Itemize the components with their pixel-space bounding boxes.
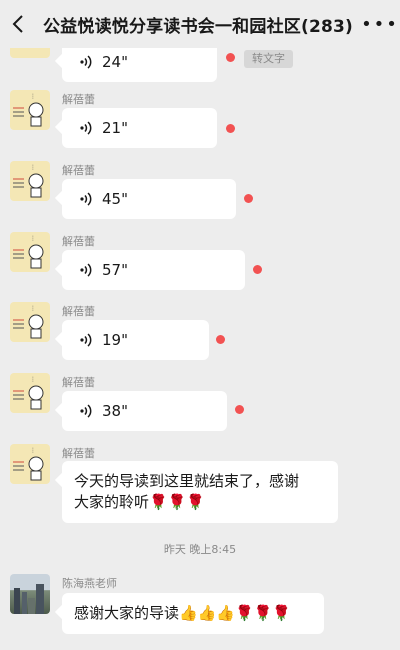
voice-duration: 24" <box>102 53 128 71</box>
voice-duration: 19" <box>102 331 128 349</box>
unread-dot <box>253 265 262 274</box>
sender-name: 解蓓蕾 <box>62 164 95 177</box>
chat-title: 公益悦读悦分享读书会一和园社区(283) <box>42 16 354 37</box>
svg-text:⋮: ⋮ <box>30 164 36 171</box>
sender-name: 解蓓蕾 <box>62 305 95 318</box>
voice-message-bubble[interactable]: 57" <box>62 250 245 290</box>
avatar[interactable]: ⋮ <box>10 444 50 484</box>
avatar[interactable]: ⋮ <box>10 302 50 342</box>
voice-message-bubble[interactable]: 45" <box>62 179 236 219</box>
svg-text:⋮: ⋮ <box>30 305 36 312</box>
chat-header: 公益悦读悦分享读书会一和园社区(283) ••• <box>0 0 400 48</box>
avatar[interactable]: ⋮ <box>10 161 50 201</box>
timestamp: 昨天 晚上8:45 <box>163 543 237 556</box>
transcribe-button[interactable]: 转文字 <box>244 50 293 68</box>
voice-duration: 21" <box>102 119 128 137</box>
voice-message-bubble[interactable]: 38" <box>62 391 227 431</box>
more-icon: ••• <box>361 13 399 35</box>
message-text-line: 今天的导读到这里就结束了，感谢 <box>74 472 300 490</box>
avatar[interactable]: ⋮ <box>10 90 50 130</box>
back-arrow-icon <box>12 15 23 33</box>
voice-wave-icon <box>80 404 92 418</box>
unread-dot <box>235 405 244 414</box>
unread-dot <box>216 335 225 344</box>
voice-duration: 45" <box>102 190 128 208</box>
voice-duration: 57" <box>102 261 128 279</box>
text-message-bubble[interactable]: 今天的导读到这里就结束了，感谢 大家的聆听🌹🌹🌹 <box>62 461 338 523</box>
voice-duration: 38" <box>102 402 128 420</box>
back-button[interactable] <box>0 0 36 48</box>
more-button[interactable]: ••• <box>360 0 400 48</box>
voice-message-bubble[interactable]: 19" <box>62 320 209 360</box>
voice-wave-icon <box>80 55 92 69</box>
chat-area: 24" 转文字 ⋮ 解蓓蕾 21" ⋮ 解蓓蕾 45" ⋮ 解蓓蕾 57" ⋮ … <box>0 0 400 650</box>
sender-name: 解蓓蕾 <box>62 235 95 248</box>
unread-dot <box>226 124 235 133</box>
message-text: 感谢大家的导读👍👍👍🌹🌹🌹 <box>74 604 292 622</box>
text-message-bubble[interactable]: 感谢大家的导读👍👍👍🌹🌹🌹 <box>62 593 324 634</box>
message-text-line: 大家的聆听🌹🌹🌹 <box>74 493 206 511</box>
svg-text:⋮: ⋮ <box>30 447 36 454</box>
unread-dot <box>226 53 235 62</box>
svg-text:⋮: ⋮ <box>30 93 36 100</box>
voice-wave-icon <box>80 192 92 206</box>
voice-message-bubble[interactable]: 21" <box>62 108 217 148</box>
voice-wave-icon <box>80 333 92 347</box>
voice-wave-icon <box>80 263 92 277</box>
avatar[interactable]: ⋮ <box>10 232 50 272</box>
sender-name: 陈海燕老师 <box>62 577 117 590</box>
svg-text:⋮: ⋮ <box>30 235 36 242</box>
voice-wave-icon <box>80 121 92 135</box>
sender-name: 解蓓蕾 <box>62 376 95 389</box>
avatar[interactable] <box>10 574 50 614</box>
sender-name: 解蓓蕾 <box>62 447 95 460</box>
svg-text:⋮: ⋮ <box>30 376 36 383</box>
sender-name: 解蓓蕾 <box>62 93 95 106</box>
avatar[interactable]: ⋮ <box>10 373 50 413</box>
unread-dot <box>244 194 253 203</box>
voice-message-bubble[interactable]: 24" <box>62 42 217 82</box>
